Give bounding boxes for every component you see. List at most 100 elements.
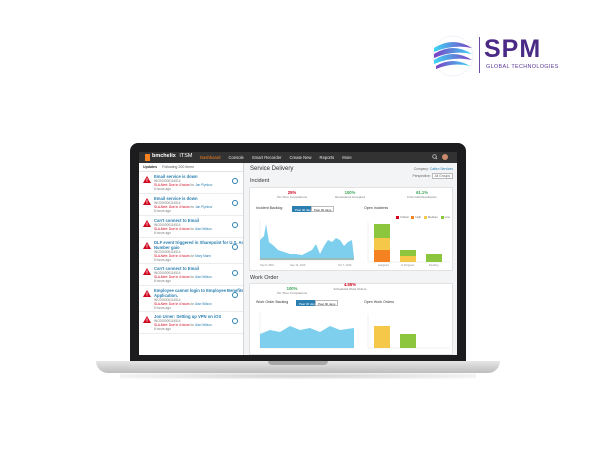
feed-item-title[interactable]: Can't connect to Email bbox=[154, 264, 243, 271]
feed-item-title[interactable]: Can't connect to Email bbox=[154, 216, 243, 223]
follow-icon[interactable] bbox=[232, 200, 238, 206]
follow-icon[interactable] bbox=[232, 222, 238, 228]
legend-medium: Medium bbox=[427, 215, 438, 219]
bar-assigned-medium bbox=[374, 238, 390, 250]
nav-more[interactable]: More bbox=[338, 152, 356, 163]
feed-item-time: 6 hours ago bbox=[154, 258, 171, 263]
cat-in-progress: In Progress bbox=[401, 264, 415, 267]
brand-name: SPM bbox=[484, 35, 542, 63]
brand-tagline: GLOBAL TECHNOLOGIES bbox=[486, 64, 559, 70]
feed-item[interactable]: Jon Urner: Setting up VPN on iOS INC00000… bbox=[139, 312, 243, 334]
feed-item[interactable]: Can't connect to Email INC000000114514 SLA… bbox=[139, 264, 243, 286]
open-work-orders-chart bbox=[367, 314, 450, 349]
incident-range-90[interactable]: Past 90 days bbox=[311, 206, 335, 212]
sla-for: for bbox=[190, 227, 195, 232]
backlog-area bbox=[260, 224, 354, 260]
nav-smart-recorder[interactable]: Smart Recorder bbox=[248, 152, 286, 163]
nav-dashboard[interactable]: Dashboard bbox=[196, 152, 225, 163]
assignee-link[interactable]: Jan Plynkov bbox=[195, 205, 212, 209]
wo-kpi-scheduled: 4.55% Scheduled Work Orders bbox=[330, 282, 370, 291]
bar-assigned-low bbox=[374, 224, 390, 238]
bar-inprogress-low bbox=[400, 250, 416, 256]
stage: SPM GLOBAL TECHNOLOGIES bmchelix ITSM Da… bbox=[0, 0, 596, 468]
app-topbar: bmchelix ITSM Dashboard Console Smart Re… bbox=[139, 152, 457, 163]
feed-item-time: 6 hours ago bbox=[154, 279, 171, 284]
open-incidents-title: Open Incidents bbox=[364, 206, 389, 210]
feed-filter[interactable]: Following 200 items bbox=[162, 165, 194, 169]
warning-icon bbox=[143, 176, 151, 183]
wo-range-90[interactable]: Past 90 days bbox=[315, 300, 339, 306]
work-order-title: Work Order bbox=[250, 275, 279, 281]
feed-item-title[interactable]: Email service is down bbox=[154, 194, 243, 201]
incident-kpi-ontime: 25% On-Time Completions bbox=[272, 190, 312, 199]
feed-item-time: 6 hours ago bbox=[154, 306, 171, 311]
nav-reports[interactable]: Reports bbox=[316, 152, 339, 163]
warning-icon bbox=[143, 242, 151, 249]
warning-icon bbox=[143, 220, 151, 227]
feed-item[interactable]: Email service is down INC000000114514 SLA … bbox=[139, 194, 243, 216]
warning-icon bbox=[143, 198, 151, 205]
follow-icon[interactable] bbox=[232, 270, 238, 276]
incident-title: Incident bbox=[250, 178, 270, 184]
kpi-label: Resolutions Accepted bbox=[335, 195, 365, 199]
follow-icon[interactable] bbox=[232, 244, 238, 250]
feed-item-title[interactable]: Jon Urner: Setting up VPN on iOS bbox=[154, 312, 243, 319]
assignee-link[interactable]: Alan Wilson bbox=[195, 227, 212, 231]
main-nav: Dashboard Console Smart Recorder Create … bbox=[196, 152, 356, 163]
search-icon[interactable] bbox=[432, 154, 438, 160]
assignee-link[interactable]: Alan Wilson bbox=[195, 275, 212, 279]
assignee-link[interactable]: Jan Plynkov bbox=[195, 183, 212, 187]
feed-item-title[interactable]: Employee cannot login to Employee Benefi… bbox=[154, 286, 243, 293]
follow-icon[interactable] bbox=[232, 318, 238, 324]
feed-item-time: 6 hours ago bbox=[154, 209, 171, 214]
cat-assigned: Assigned bbox=[378, 264, 389, 267]
sla-for: for bbox=[190, 302, 195, 307]
wo-backlog-title: Work Order Backlog bbox=[256, 300, 289, 304]
user-avatar[interactable] bbox=[442, 154, 448, 160]
bar-pending-low bbox=[426, 254, 442, 262]
perspective-selector[interactable]: Perspective: All Groups bbox=[413, 173, 453, 179]
feed-item-time: 6 hours ago bbox=[154, 187, 171, 192]
incident-kpi-firstcall: 61.1% First-Call Resolutions bbox=[402, 190, 442, 199]
incident-panel: 25% On-Time Completions 100% Resolutions… bbox=[249, 187, 453, 271]
feed-item[interactable]: Employee cannot login to Employee Benefi… bbox=[139, 286, 243, 312]
cat-pending: Pending bbox=[429, 264, 439, 267]
wo-bar-1 bbox=[374, 326, 390, 348]
sla-for: for bbox=[190, 254, 195, 259]
logo-text: bmchelix bbox=[152, 153, 176, 159]
assignee-link[interactable]: Mary Mann bbox=[195, 254, 211, 258]
company-selector[interactable]: Company: Calbro Services bbox=[414, 167, 453, 171]
incident-backlog-chart bbox=[259, 220, 354, 261]
nav-create-new[interactable]: Create New bbox=[285, 152, 315, 163]
wo-backlog-chart bbox=[259, 312, 354, 349]
wo-kpi-ontime: 100% On-Time Completions bbox=[272, 286, 312, 295]
company-label: Company: bbox=[413, 167, 429, 171]
feed-item[interactable]: Can't connect to Email INC000000114514 SLA… bbox=[139, 216, 243, 238]
nav-console[interactable]: Console bbox=[225, 152, 248, 163]
assignee-link[interactable]: Alan Wilson bbox=[195, 302, 212, 306]
feed-item-title[interactable]: Email service is down bbox=[154, 172, 243, 179]
kpi-label: On-Time Completions bbox=[277, 291, 307, 295]
work-order-panel: 100% On-Time Completions 4.55% Scheduled… bbox=[249, 282, 453, 355]
incident-kpi-accepted: 100% Resolutions Accepted bbox=[330, 190, 370, 199]
open-incidents-legend: Critical High Medium Low bbox=[396, 215, 450, 219]
feed-header: Updates Following 200 items bbox=[139, 163, 243, 172]
open-work-orders-title: Open Work Orders bbox=[364, 300, 395, 304]
assignee-link[interactable]: Alan Wilson bbox=[195, 323, 212, 327]
legend-high: High bbox=[415, 215, 422, 219]
brand-separator bbox=[479, 37, 480, 73]
warning-icon bbox=[143, 316, 151, 323]
page-title: Service Delivery bbox=[250, 166, 294, 172]
perspective-value[interactable]: All Groups bbox=[431, 173, 453, 179]
feed-list: Email service is down INC000000114514 SLA … bbox=[139, 172, 243, 334]
follow-icon[interactable] bbox=[232, 292, 238, 298]
feed-item[interactable]: DLF event triggered in Sharepoint for U.… bbox=[139, 238, 243, 264]
warning-icon bbox=[143, 268, 151, 275]
laptop-notch bbox=[268, 361, 328, 365]
company-value[interactable]: Calbro Services bbox=[430, 167, 453, 171]
product-name: ITSM bbox=[179, 153, 193, 159]
feed-tab-updates[interactable]: Updates bbox=[143, 165, 157, 169]
follow-icon[interactable] bbox=[232, 178, 238, 184]
feed-item-title[interactable]: DLF event triggered in Sharepoint for U.… bbox=[154, 238, 243, 245]
feed-item[interactable]: Email service is down INC000000114514 SLA … bbox=[139, 172, 243, 194]
